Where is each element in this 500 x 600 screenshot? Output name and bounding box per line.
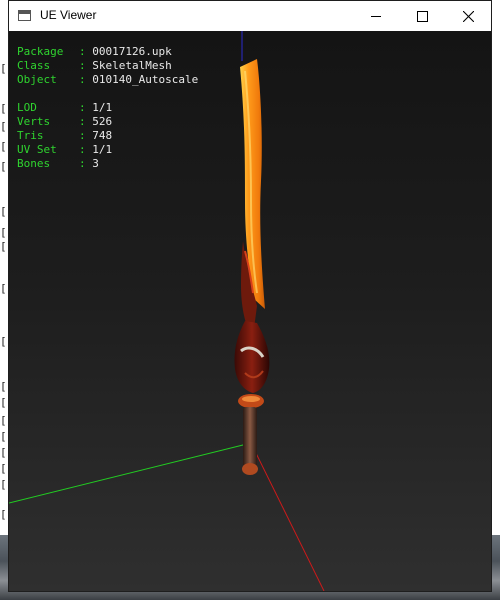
title-bar[interactable]: UE Viewer xyxy=(9,1,491,31)
object-value: 010140_Autoscale xyxy=(92,73,199,86)
info-row-object: Object: 010140_Autoscale xyxy=(17,73,199,86)
sword-pommel xyxy=(242,463,258,475)
maximize-button[interactable] xyxy=(399,1,445,31)
info-row-tris: Tris: 748 xyxy=(17,129,113,142)
verts-value: 526 xyxy=(92,115,113,128)
axis-x-line xyxy=(250,442,325,591)
info-row-verts: Verts: 526 xyxy=(17,115,113,128)
class-value: SkeletalMesh xyxy=(92,59,172,72)
axis-y-line xyxy=(9,442,252,504)
sword-grip xyxy=(243,407,257,467)
uvset-label: UV Set xyxy=(17,143,57,156)
lod-value: 1/1 xyxy=(92,101,113,114)
minimize-icon xyxy=(371,15,381,17)
mesh-info-overlay: Package: 00017126.upk Class: SkeletalMes… xyxy=(17,45,198,171)
info-row-uvset: UV Set: 1/1 xyxy=(17,143,113,156)
uvset-value: 1/1 xyxy=(92,143,113,156)
window-icon[interactable] xyxy=(18,10,31,21)
tris-value: 748 xyxy=(92,129,113,142)
sword-guard xyxy=(234,321,270,393)
info-row-lod: LOD: 1/1 xyxy=(17,101,113,114)
object-label: Object xyxy=(17,73,57,86)
info-row-class: Class: SkeletalMesh xyxy=(17,59,172,72)
verts-label: Verts xyxy=(17,115,51,128)
3d-viewport[interactable]: Package: 00017126.upk Class: SkeletalMes… xyxy=(9,31,491,591)
package-label: Package xyxy=(17,45,64,58)
ue-viewer-window: UE Viewer Package: 00017126.upk Class:… xyxy=(8,0,492,592)
tris-label: Tris xyxy=(17,129,44,142)
maximize-icon xyxy=(416,10,428,22)
bones-value: 3 xyxy=(92,157,99,170)
close-button[interactable] xyxy=(445,1,491,31)
minimize-button[interactable] xyxy=(353,1,399,31)
class-label: Class xyxy=(17,59,51,72)
bones-label: Bones xyxy=(17,157,51,170)
info-row-bones: Bones: 3 xyxy=(17,157,99,170)
info-row-package: Package: 00017126.upk xyxy=(17,45,172,58)
package-value: 00017126.upk xyxy=(92,45,172,58)
close-icon xyxy=(462,10,474,22)
lod-label: LOD xyxy=(17,101,37,114)
window-title: UE Viewer xyxy=(40,8,97,22)
